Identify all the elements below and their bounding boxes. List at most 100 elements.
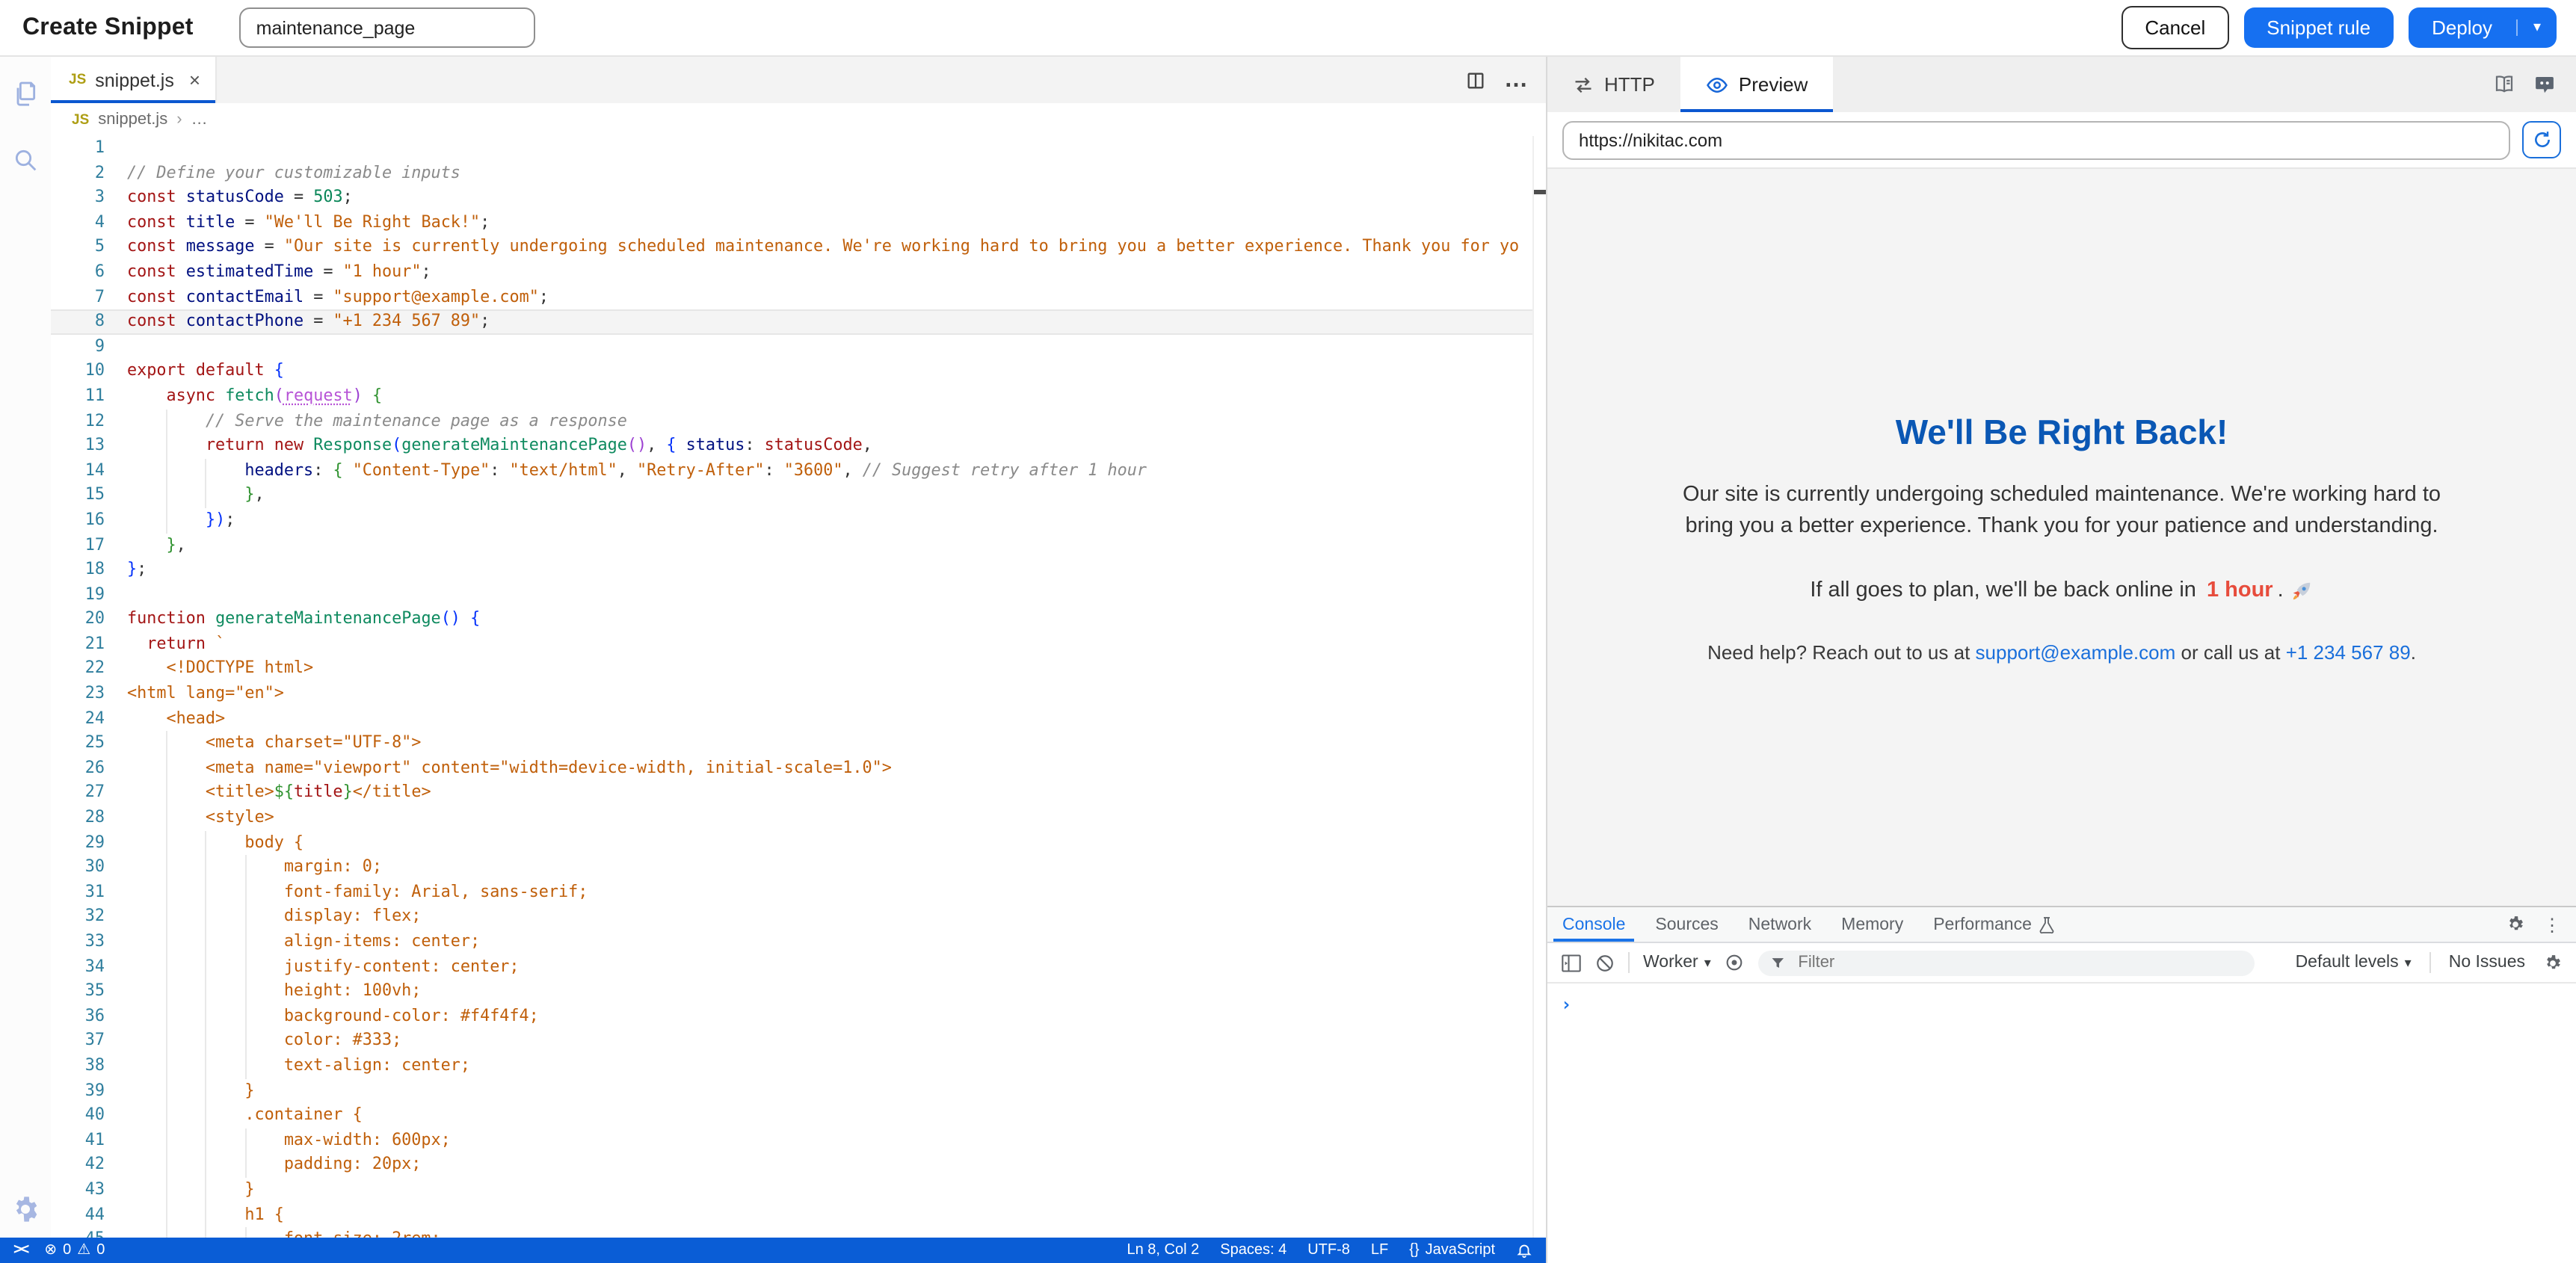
problems-indicator[interactable]: ⊗ 0 ⚠ 0 xyxy=(44,1242,105,1259)
snippet-rule-button[interactable]: Snippet rule xyxy=(2244,7,2393,48)
code-line-1[interactable]: 1 xyxy=(51,136,1534,161)
code-line-32[interactable]: 32 display: flex; xyxy=(51,905,1534,930)
settings-gear-icon[interactable] xyxy=(9,1193,42,1226)
code-line-45[interactable]: 45 font-size: 2rem; xyxy=(51,1227,1534,1238)
code-line-14[interactable]: 14 headers: { "Content-Type": "text/html… xyxy=(51,458,1534,483)
code-line-9[interactable]: 9 xyxy=(51,335,1534,359)
code-line-13[interactable]: 13 return new Response(generateMaintenan… xyxy=(51,433,1534,458)
preview-url-input[interactable] xyxy=(1562,120,2510,159)
code-line-31[interactable]: 31 font-family: Arial, sans-serif; xyxy=(51,880,1534,905)
deploy-button[interactable]: Deploy xyxy=(2408,16,2516,39)
console-settings-gear-icon[interactable] xyxy=(2543,953,2563,972)
code-line-22[interactable]: 22 <!DOCTYPE html> xyxy=(51,657,1534,682)
language-indicator[interactable]: {} JavaScript xyxy=(1409,1242,1495,1259)
status-item[interactable]: UTF-8 xyxy=(1307,1242,1350,1259)
console-tab-console[interactable]: Console xyxy=(1547,907,1640,942)
code-line-15[interactable]: 15 }, xyxy=(51,484,1534,508)
code-line-5[interactable]: 5const message = "Our site is currently … xyxy=(51,235,1534,260)
code-line-7[interactable]: 7const contactEmail = "support@example.c… xyxy=(51,285,1534,309)
code-line-26[interactable]: 26 <meta name="viewport" content="width=… xyxy=(51,756,1534,781)
more-actions-icon[interactable]: … xyxy=(1504,67,1528,93)
tab-close-icon[interactable]: × xyxy=(189,69,200,91)
code-line-27[interactable]: 27 <title>${title}</title> xyxy=(51,781,1534,806)
code-line-42[interactable]: 42 padding: 20px; xyxy=(51,1153,1534,1178)
code-line-39[interactable]: 39 } xyxy=(51,1078,1534,1103)
indent-guide xyxy=(166,1227,167,1238)
console-filter[interactable] xyxy=(1759,950,2255,975)
code-line-4[interactable]: 4const title = "We'll Be Right Back!"; xyxy=(51,211,1534,235)
devtools-kebab-icon[interactable]: ⋮ xyxy=(2543,914,2561,935)
code-line-29[interactable]: 29 body { xyxy=(51,830,1534,855)
cancel-button[interactable]: Cancel xyxy=(2121,6,2229,49)
code-line-2[interactable]: 2// Define your customizable inputs xyxy=(51,161,1534,185)
tab-http[interactable]: HTTP xyxy=(1547,57,1680,112)
files-icon[interactable] xyxy=(9,78,42,111)
docs-book-icon[interactable] xyxy=(2492,73,2516,96)
code-line-19[interactable]: 19 xyxy=(51,582,1534,607)
console-tab-performance[interactable]: Performance xyxy=(1918,907,2069,942)
search-icon[interactable] xyxy=(9,143,42,176)
code-line-34[interactable]: 34 justify-content: center; xyxy=(51,954,1534,979)
deploy-caret-icon[interactable]: ▾ xyxy=(2516,19,2557,36)
indent-guide xyxy=(166,1054,167,1078)
phone-link[interactable]: +1 234 567 89 xyxy=(2286,641,2411,664)
editor-scrollbar[interactable] xyxy=(1532,136,1546,1238)
console-tab-sources[interactable]: Sources xyxy=(1640,907,1733,942)
live-expression-eye-icon[interactable] xyxy=(1725,952,1745,973)
code-line-10[interactable]: 10export default { xyxy=(51,359,1534,384)
notifications-bell-icon[interactable] xyxy=(1516,1242,1532,1259)
breadcrumb-more[interactable]: … xyxy=(191,111,208,129)
clear-console-icon[interactable] xyxy=(1595,953,1615,972)
email-link[interactable]: support@example.com xyxy=(1976,641,2176,664)
code-line-11[interactable]: 11 async fetch(request) { xyxy=(51,384,1534,409)
code-line-24[interactable]: 24 <head> xyxy=(51,706,1534,731)
issues-counter[interactable]: No Issues xyxy=(2449,954,2525,972)
remote-indicator-icon[interactable]: >< xyxy=(13,1242,28,1259)
code-line-21[interactable]: 21 return ` xyxy=(51,632,1534,657)
code-line-37[interactable]: 37 color: #333; xyxy=(51,1029,1534,1054)
code-line-43[interactable]: 43 } xyxy=(51,1178,1534,1202)
code-line-40[interactable]: 40 .container { xyxy=(51,1103,1534,1128)
code-line-36[interactable]: 36 background-color: #f4f4f4; xyxy=(51,1004,1534,1029)
code-line-35[interactable]: 35 height: 100vh; xyxy=(51,979,1534,1004)
breadcrumb-file[interactable]: snippet.js xyxy=(98,111,167,129)
tab-snippet-js[interactable]: JS snippet.js × xyxy=(51,57,217,103)
code-line-41[interactable]: 41 max-width: 600px; xyxy=(51,1128,1534,1153)
code-line-33[interactable]: 33 align-items: center; xyxy=(51,930,1534,954)
code-line-3[interactable]: 3const statusCode = 503; xyxy=(51,185,1534,210)
status-item[interactable]: Spaces: 4 xyxy=(1220,1242,1287,1259)
filter-input[interactable] xyxy=(1795,952,2243,973)
status-item[interactable]: Ln 8, Col 2 xyxy=(1127,1242,1200,1259)
status-item[interactable]: LF xyxy=(1371,1242,1388,1259)
split-editor-icon[interactable] xyxy=(1465,70,1486,90)
code-line-44[interactable]: 44 h1 { xyxy=(51,1202,1534,1227)
code-lines[interactable]: 12// Define your customizable inputs3con… xyxy=(51,136,1534,1238)
console-tab-memory[interactable]: Memory xyxy=(1826,907,1918,942)
code-line-38[interactable]: 38 text-align: center; xyxy=(51,1054,1534,1078)
code-line-18[interactable]: 18}; xyxy=(51,558,1534,582)
code-line-23[interactable]: 23<html lang="en"> xyxy=(51,682,1534,706)
code-line-17[interactable]: 17 }, xyxy=(51,533,1534,558)
warnings-count: 0 xyxy=(96,1242,105,1259)
code-line-6[interactable]: 6const estimatedTime = "1 hour"; xyxy=(51,260,1534,285)
code-line-8[interactable]: 8const contactPhone = "+1 234 567 89"; xyxy=(51,309,1534,334)
code-line-20[interactable]: 20function generateMaintenancePage() { xyxy=(51,608,1534,632)
code-line-12[interactable]: 12 // Serve the maintenance page as a re… xyxy=(51,409,1534,433)
discord-chat-icon[interactable] xyxy=(2533,73,2557,96)
maintenance-heading: We'll Be Right Back! xyxy=(1896,413,2228,453)
breadcrumb[interactable]: JS snippet.js › … xyxy=(51,103,1546,136)
devtools-settings-gear-icon[interactable] xyxy=(2506,915,2525,934)
console-prompt[interactable]: › xyxy=(1547,983,2576,1025)
tab-preview[interactable]: Preview xyxy=(1680,57,1834,112)
code-line-16[interactable]: 16 }); xyxy=(51,508,1534,533)
console-tab-network[interactable]: Network xyxy=(1734,907,1826,942)
refresh-button[interactable] xyxy=(2522,121,2561,158)
code-line-25[interactable]: 25 <meta charset="UTF-8"> xyxy=(51,732,1534,756)
log-levels-selector[interactable]: Default levels ▾ xyxy=(2296,954,2412,972)
code-line-30[interactable]: 30 margin: 0; xyxy=(51,855,1534,880)
context-selector[interactable]: Worker ▾ xyxy=(1643,954,1711,972)
code-line-28[interactable]: 28 <style> xyxy=(51,806,1534,830)
status-bar: >< ⊗ 0 ⚠ 0 Ln 8, Col 2 Spaces: 4 UTF-8 LF {… xyxy=(0,1238,1546,1263)
console-sidebar-toggle-icon[interactable] xyxy=(1561,953,1582,972)
snippet-name-input[interactable] xyxy=(240,7,536,48)
